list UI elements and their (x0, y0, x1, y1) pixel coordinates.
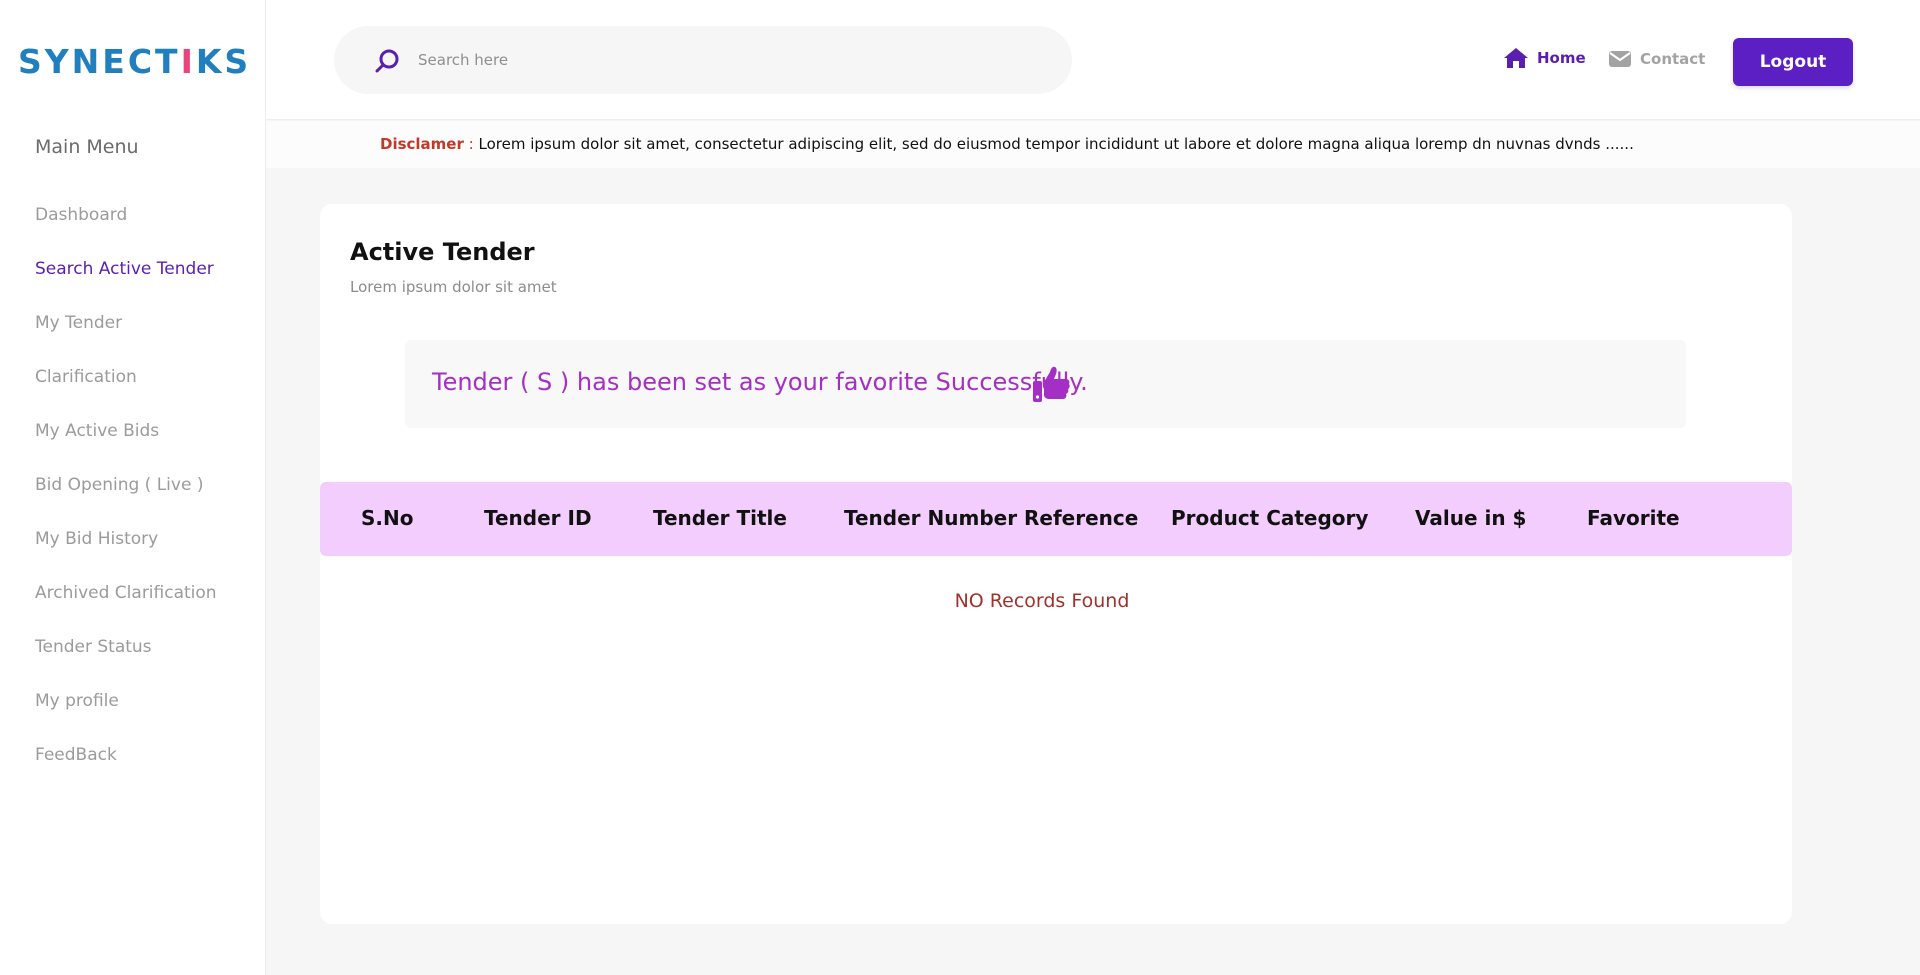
logo-text-part: KS (195, 42, 252, 81)
disclaimer-text: Lorem ipsum dolor sit amet, consectetur … (478, 135, 1634, 153)
logout-button[interactable]: Logout (1733, 38, 1853, 86)
search-input[interactable] (418, 46, 1018, 74)
sidebar-item-my-tender[interactable]: My Tender (35, 306, 217, 360)
sidebar-item-tender-status[interactable]: Tender Status (35, 630, 217, 684)
home-icon (1504, 48, 1528, 68)
success-alert: Tender ( S ) has been set as your favori… (405, 340, 1686, 428)
logo-text-part: SYNECT (18, 42, 181, 81)
sidebar-item-my-profile[interactable]: My profile (35, 684, 217, 738)
column-header-product-category: Product Category (1171, 506, 1369, 530)
nav-contact-link[interactable]: Contact (1608, 46, 1705, 72)
sidebar-item-bid-opening-live[interactable]: Bid Opening ( Live ) (35, 468, 217, 522)
column-header-tender-number-reference: Tender Number Reference (844, 506, 1139, 530)
sidebar-item-feedback[interactable]: FeedBack (35, 738, 217, 792)
sidebar-item-dashboard[interactable]: Dashboard (35, 198, 217, 252)
page-title: Active Tender (350, 238, 535, 266)
sidebar-item-clarification[interactable]: Clarification (35, 360, 217, 414)
column-header-tender-id: Tender ID (484, 506, 592, 530)
nav-home-label: Home (1537, 49, 1586, 67)
sidebar: SYNECTIKS Main Menu Dashboard Search Act… (0, 0, 266, 975)
sidebar-menu: Dashboard Search Active Tender My Tender… (35, 198, 217, 792)
empty-table-message: NO Records Found (954, 590, 1130, 612)
main-menu-title: Main Menu (35, 136, 139, 158)
active-tender-card: Active Tender Lorem ipsum dolor sit amet… (320, 204, 1792, 924)
sidebar-item-search-active-tender[interactable]: Search Active Tender (35, 252, 217, 306)
column-header-sno: S.No (361, 506, 414, 530)
envelope-icon (1609, 51, 1631, 67)
column-header-value: Value in $ (1415, 506, 1527, 530)
synectiks-logo[interactable]: SYNECTIKS (18, 42, 252, 81)
search-bar[interactable] (334, 26, 1072, 94)
success-alert-text: Tender ( S ) has been set as your favori… (432, 368, 1088, 396)
search-icon[interactable] (374, 48, 400, 74)
page-subtitle: Lorem ipsum dolor sit amet (350, 278, 557, 296)
sidebar-item-my-active-bids[interactable]: My Active Bids (35, 414, 217, 468)
sidebar-item-archived-clarification[interactable]: Archived Clarification (35, 576, 217, 630)
sidebar-item-my-bid-history[interactable]: My Bid History (35, 522, 217, 576)
nav-contact-label: Contact (1640, 50, 1706, 68)
disclaimer-label: Disclamer (380, 135, 464, 153)
disclaimer-bar: Disclamer : Lorem ipsum dolor sit amet, … (266, 121, 1920, 168)
disclaimer: Disclamer : Lorem ipsum dolor sit amet, … (380, 135, 1634, 153)
column-header-favorite: Favorite (1587, 506, 1680, 530)
column-header-tender-title: Tender Title (653, 506, 787, 530)
top-header: Home Contact Logout (266, 0, 1920, 120)
thumbs-up-icon (1033, 366, 1070, 402)
logo-text-accent: I (180, 42, 196, 81)
table-header: S.No Tender ID Tender Title Tender Numbe… (320, 482, 1792, 556)
nav-home-link[interactable]: Home (1503, 44, 1586, 72)
disclaimer-separator: : (468, 135, 474, 153)
